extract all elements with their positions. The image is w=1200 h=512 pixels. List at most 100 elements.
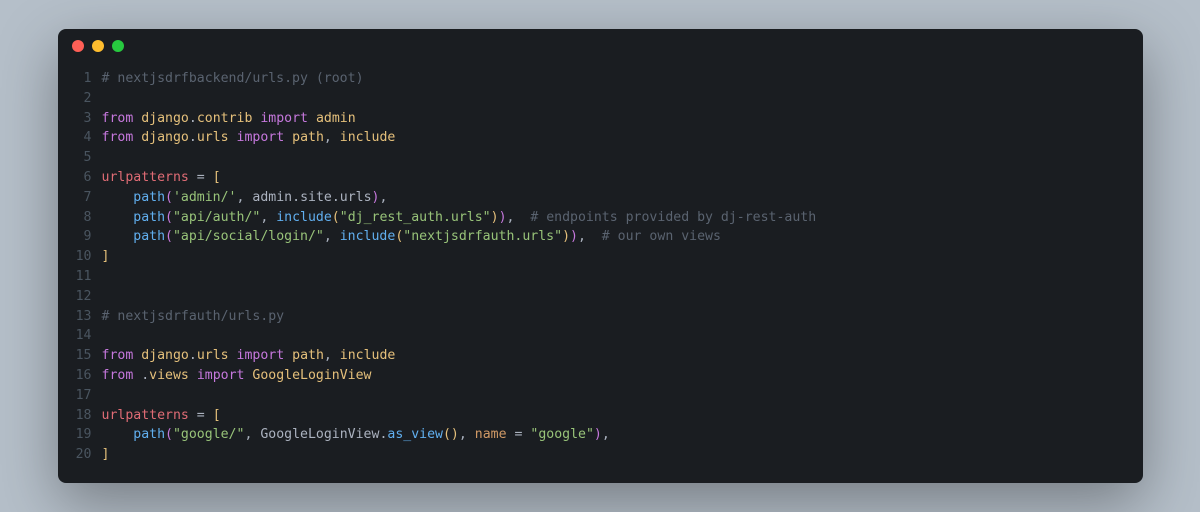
code-line: 5: [58, 148, 1143, 168]
token-builtin: path: [133, 190, 165, 205]
code-content: # nextjsdrfauth/urls.py: [102, 307, 285, 327]
code-content: [102, 326, 110, 346]
token-keyword: import: [237, 130, 285, 145]
line-number: 16: [58, 366, 102, 386]
token-default: [189, 170, 197, 185]
code-line: 11: [58, 267, 1143, 287]
token-keyword: import: [237, 348, 285, 363]
token-keyword: from: [102, 130, 134, 145]
token-punct: =: [197, 408, 205, 423]
token-paren: ): [451, 427, 459, 442]
token-keyword: import: [260, 111, 308, 126]
line-number: 11: [58, 267, 102, 287]
token-comment: # endpoints provided by dj-rest-auth: [530, 210, 816, 225]
token-paren2: ): [372, 190, 380, 205]
token-default: [229, 130, 237, 145]
maximize-icon[interactable]: [112, 40, 124, 52]
line-number: 10: [58, 247, 102, 267]
code-content: [102, 148, 110, 168]
code-content: urlpatterns = [: [102, 168, 221, 188]
code-content: path("api/auth/", include("dj_rest_auth.…: [102, 208, 817, 228]
token-builtin: include: [276, 210, 332, 225]
token-string: "nextjsdrfauth.urls": [403, 229, 562, 244]
code-content: from .views import GoogleLoginView: [102, 366, 372, 386]
token-module: include: [340, 348, 396, 363]
code-content: ]: [102, 445, 110, 465]
code-content: path('admin/', admin.site.urls),: [102, 188, 388, 208]
minimize-icon[interactable]: [92, 40, 104, 52]
token-paren: (: [443, 427, 451, 442]
line-number: 4: [58, 128, 102, 148]
token-default: .: [133, 368, 149, 383]
token-keyword: import: [197, 368, 245, 383]
token-punct: ,: [324, 229, 340, 244]
token-string: "google/": [173, 427, 244, 442]
token-comment: # our own views: [602, 229, 721, 244]
token-punct: ,: [324, 130, 340, 145]
code-line: 10]: [58, 247, 1143, 267]
code-content: # nextjsdrfbackend/urls.py (root): [102, 69, 364, 89]
code-line: 16from .views import GoogleLoginView: [58, 366, 1143, 386]
code-content: [102, 386, 110, 406]
token-paren2: (: [165, 190, 173, 205]
code-line: 2: [58, 89, 1143, 109]
token-paren: ]: [102, 249, 110, 264]
token-punct: ,: [260, 210, 276, 225]
line-number: 14: [58, 326, 102, 346]
code-line: 7 path('admin/', admin.site.urls),: [58, 188, 1143, 208]
code-editor[interactable]: 1# nextjsdrfbackend/urls.py (root)2 3fro…: [58, 63, 1143, 483]
token-default: [308, 111, 316, 126]
code-content: [102, 89, 110, 109]
token-module: admin: [316, 111, 356, 126]
line-number: 7: [58, 188, 102, 208]
code-content: from django.urls import path, include: [102, 128, 396, 148]
titlebar: [58, 29, 1143, 63]
line-number: 9: [58, 227, 102, 247]
token-builtin: include: [340, 229, 396, 244]
line-number: 5: [58, 148, 102, 168]
line-number: 6: [58, 168, 102, 188]
code-line: 1# nextjsdrfbackend/urls.py (root): [58, 69, 1143, 89]
token-paren: [: [213, 170, 221, 185]
line-number: 15: [58, 346, 102, 366]
token-paren2: (: [165, 229, 173, 244]
token-punct: ,: [507, 210, 531, 225]
token-punct: ,: [459, 427, 475, 442]
code-line: 17: [58, 386, 1143, 406]
token-keyword: from: [102, 348, 134, 363]
token-punct: ,: [602, 427, 610, 442]
code-line: 13# nextjsdrfauth/urls.py: [58, 307, 1143, 327]
token-default: [189, 408, 197, 423]
token-default: [102, 190, 134, 205]
token-punct: .: [292, 190, 300, 205]
line-number: 12: [58, 287, 102, 307]
token-builtin: path: [133, 427, 165, 442]
token-ident: urlpatterns: [102, 408, 189, 423]
token-keyword: from: [102, 368, 134, 383]
token-punct: ,: [244, 427, 260, 442]
token-string: "api/auth/": [173, 210, 260, 225]
token-default: [189, 368, 197, 383]
code-line: 14: [58, 326, 1143, 346]
code-content: path("google/", GoogleLoginView.as_view(…: [102, 425, 610, 445]
token-paren2: (: [165, 427, 173, 442]
token-punct: ,: [324, 348, 340, 363]
code-line: 20]: [58, 445, 1143, 465]
token-string: "dj_rest_auth.urls": [340, 210, 491, 225]
token-string: 'admin/': [173, 190, 237, 205]
code-line: 3from django.contrib import admin: [58, 109, 1143, 129]
close-icon[interactable]: [72, 40, 84, 52]
token-module: views: [149, 368, 189, 383]
token-module: path: [292, 348, 324, 363]
token-module: django: [141, 111, 189, 126]
token-punct: .: [189, 111, 197, 126]
code-content: urlpatterns = [: [102, 406, 221, 426]
code-line: 12: [58, 287, 1143, 307]
token-paren2: ): [570, 229, 578, 244]
line-number: 1: [58, 69, 102, 89]
token-punct: =: [197, 170, 205, 185]
token-default: [284, 130, 292, 145]
code-line: 15from django.urls import path, include: [58, 346, 1143, 366]
code-line: 8 path("api/auth/", include("dj_rest_aut…: [58, 208, 1143, 228]
line-number: 18: [58, 406, 102, 426]
